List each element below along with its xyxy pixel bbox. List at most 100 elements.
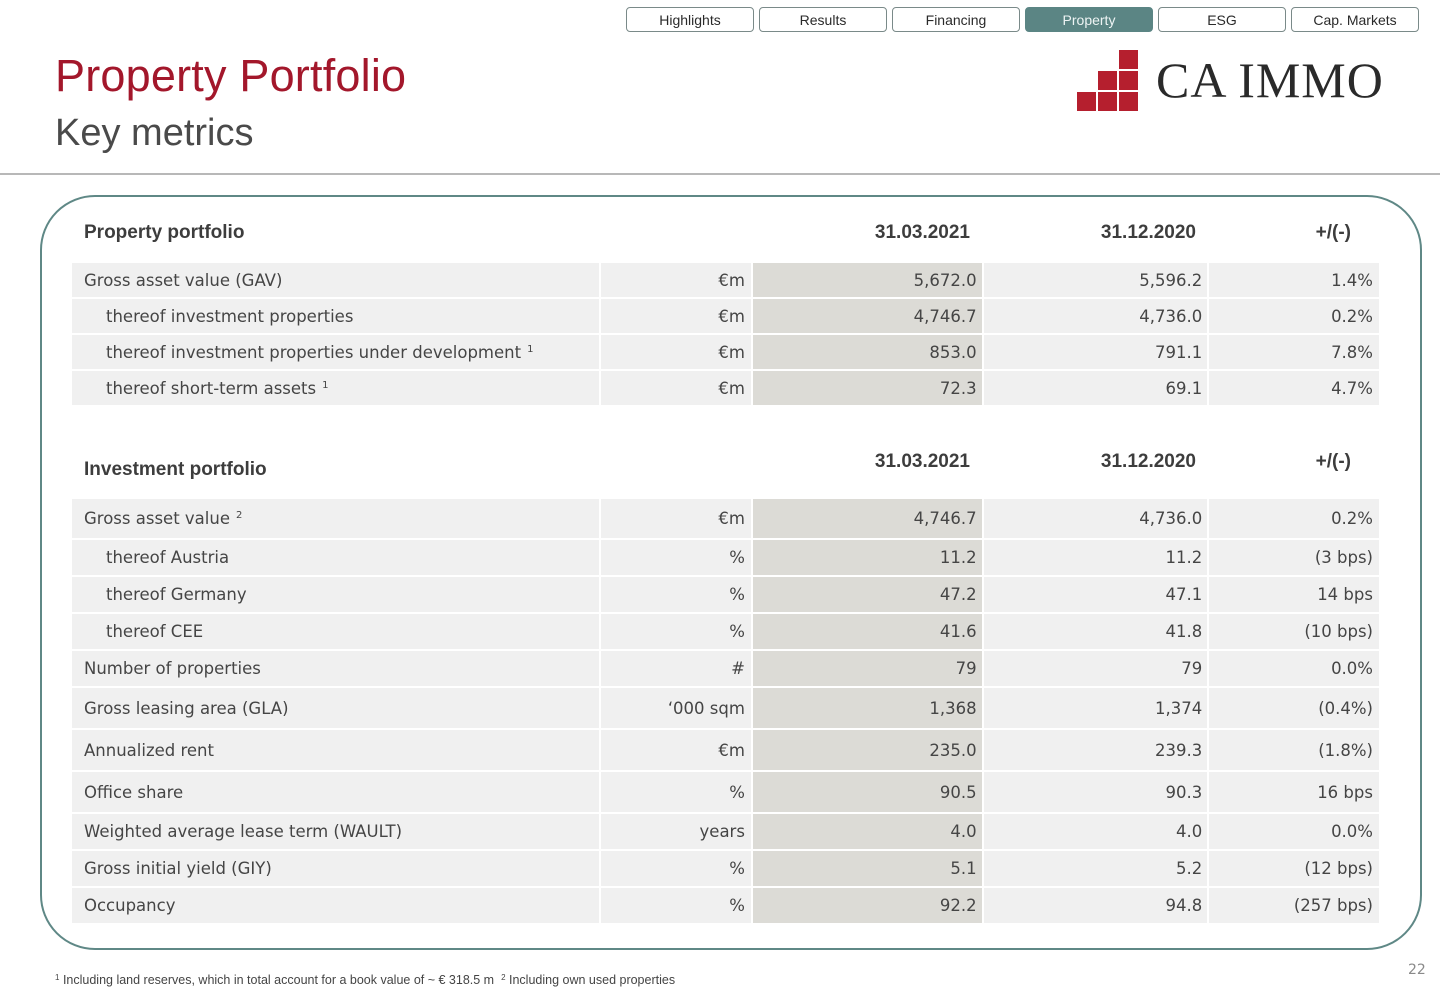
change-cell-text: 0.2% [1331,509,1373,528]
unit-cell-text: €m [718,378,745,398]
change-cell: (1.8%) [1209,730,1379,770]
current-value-cell-text: 72.3 [939,378,977,398]
metric-label-text: thereof Austria [106,548,230,567]
previous-value-cell-text: 4,736.0 [1139,509,1203,528]
previous-value-cell-text: 1,374 [1155,698,1203,718]
table-header: Investment portfolio 31.03.2021 31.12.20… [72,451,1379,499]
previous-value-cell: 4,736.0 [983,299,1208,333]
metric-label: Number of properties [72,651,600,686]
metric-label-text: Gross leasing area (GLA) [84,698,289,718]
tab-property[interactable]: Property [1025,7,1153,32]
unit-cell: % [601,614,751,649]
unit-cell: €m [601,499,751,538]
header-divider [0,173,1440,175]
metric-label: Occupancy [72,888,600,923]
change-cell: 0.2% [1209,499,1379,538]
metric-label-text: Occupancy [84,896,176,915]
current-value-cell-text: 41.6 [939,622,977,641]
section-nav: Highlights Results Financing Property ES… [626,7,1419,32]
current-value-cell: 5.1 [752,851,982,886]
table-row: Weighted average lease term (WAULT) years… [72,814,1379,849]
change-cell-text: 16 bps [1317,782,1373,802]
metric-label-text: thereof investment properties [106,306,354,326]
tab-esg[interactable]: ESG [1158,7,1286,32]
table-row: Gross asset value (GAV) €m 5,672.0 5,596.2 1… [72,263,1379,297]
previous-value-cell: 239.3 [983,730,1208,770]
current-value-cell-text: 79 [955,659,977,678]
previous-value-cell-text: 69.1 [1165,378,1203,398]
table-row: Gross initial yield (GIY)% 5.1 5.2 (12 bps) [72,851,1379,886]
table-body: Gross asset value 2 €m 4,746.7 4,736.0 0.2% th… [72,499,1379,923]
change-cell: 7.8% [1209,335,1379,369]
current-value-cell: 4,746.7 [752,499,982,538]
unit-cell-text: €m [718,270,745,290]
unit-cell-text: % [729,896,745,915]
change-cell: (0.4%) [1209,688,1379,728]
current-value-cell: 5,672.0 [752,263,982,297]
table-row: Gross asset value 2 €m 4,746.7 4,736.0 0.2% [72,499,1379,538]
change-cell: (3 bps) [1209,540,1379,575]
current-value-cell-text: 4,746.7 [913,306,977,326]
page-number: 22 [1408,962,1426,978]
metric-label-text: Gross asset value [84,509,230,528]
previous-value-cell-text: 4.0 [1176,822,1203,841]
metric-label: Gross initial yield (GIY) [72,851,600,886]
previous-value-cell: 791.1 [983,335,1208,369]
previous-value-cell-text: 47.1 [1165,585,1203,604]
previous-value-cell: 1,374 [983,688,1208,728]
tab-results[interactable]: Results [759,7,887,32]
unit-cell-text: €m [718,509,745,528]
footnote-text: Including land reserves, which in total … [62,973,495,987]
current-value-cell-text: 4,746.7 [913,509,977,528]
metric-label-text: Weighted average lease term (WAULT) [84,822,403,841]
unit-cell-text: % [729,782,745,802]
metric-label: thereof CEE [72,614,600,649]
column-header-change: +/(-) [1315,222,1351,243]
table-row: thereof investment properties €m 4,746.7 4,… [72,299,1379,333]
change-cell: 0.2% [1209,299,1379,333]
change-cell-text: 14 bps [1317,585,1373,604]
tab-financing[interactable]: Financing [892,7,1020,32]
previous-value-cell: 90.3 [983,772,1208,812]
metric-label-text: Gross asset value (GAV) [84,270,283,290]
metric-label: thereof Germany [72,577,600,612]
unit-cell: years [601,814,751,849]
metric-label-text: thereof investment properties under deve… [106,342,522,362]
previous-value-cell: 47.1 [983,577,1208,612]
previous-value-cell-text: 5.2 [1176,859,1203,878]
current-value-cell: 41.6 [752,614,982,649]
change-cell-text: 4.7% [1331,378,1373,398]
metric-label: Annualized rent [72,730,600,770]
previous-value-cell: 11.2 [983,540,1208,575]
current-value-cell-text: 92.2 [939,896,977,915]
current-value-cell: 235.0 [752,730,982,770]
change-cell-text: 7.8% [1331,342,1373,362]
unit-cell: €m [601,299,751,333]
table-row: thereof short-term assets 1 €m 72.3 69.1 4.7% [72,371,1379,405]
previous-value-cell-text: 79 [1181,659,1203,678]
unit-cell-text: ‘000 sqm [667,698,745,718]
metric-label: thereof Austria [72,540,600,575]
change-cell: (12 bps) [1209,851,1379,886]
column-header-previous: 31.12.2020 [1100,222,1196,243]
previous-value-cell-text: 791.1 [1155,342,1203,362]
change-cell: 14 bps [1209,577,1379,612]
investment-portfolio-table: Investment portfolio 31.03.2021 31.12.20… [72,451,1379,925]
unit-cell-text: €m [718,740,745,760]
table-row: thereof CEE% 41.6 41.8 (10 bps) [72,614,1379,649]
tab-highlights[interactable]: Highlights [626,7,754,32]
previous-value-cell: 69.1 [983,371,1208,405]
page-subtitle: Key metrics [55,112,254,154]
unit-cell: €m [601,335,751,369]
metric-label-text: thereof Germany [106,585,247,604]
tab-cap-markets[interactable]: Cap. Markets [1291,7,1419,32]
current-value-cell: 79 [752,651,982,686]
current-value-cell-text: 90.5 [939,782,977,802]
current-value-cell: 47.2 [752,577,982,612]
table-row: Gross leasing area (GLA) ‘000 sqm 1,368 1,3… [72,688,1379,728]
change-cell: 0.0% [1209,814,1379,849]
metric-label: thereof short-term assets 1 [72,371,600,405]
metric-label-text: Gross initial yield (GIY) [84,859,272,878]
table-row: Office share% 90.5 90.3 16 bps [72,772,1379,812]
previous-value-cell-text: 11.2 [1165,548,1203,567]
